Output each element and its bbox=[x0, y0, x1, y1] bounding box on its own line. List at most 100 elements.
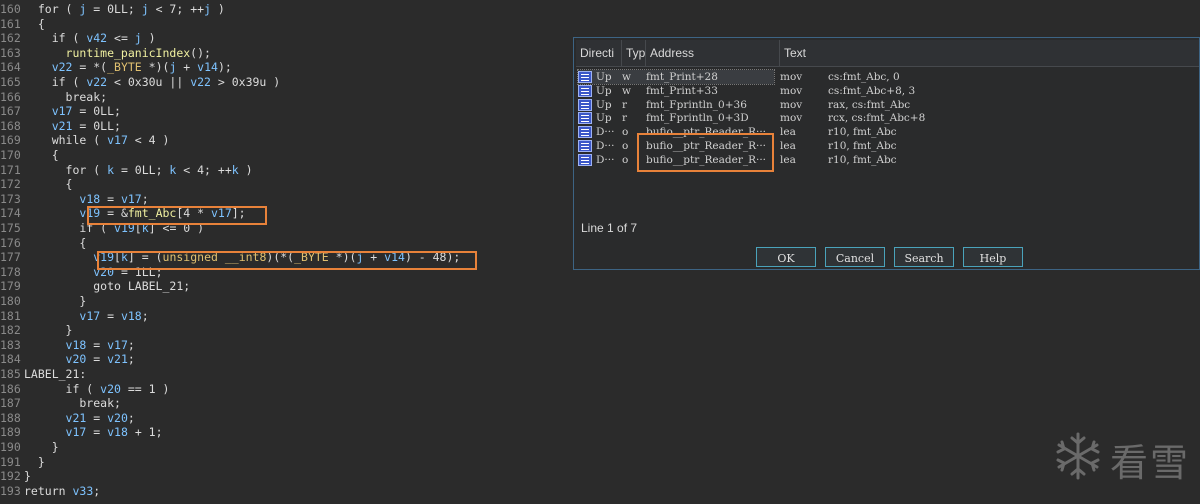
code-line[interactable]: 185 LABEL_21: bbox=[0, 367, 86, 381]
watermark-text: 看雪 bbox=[1110, 441, 1191, 485]
code-line[interactable]: 188 v21 = v20; bbox=[0, 411, 135, 425]
line-number: 164 bbox=[0, 60, 21, 75]
xref-operands: rax, cs:fmt_Abc bbox=[828, 98, 911, 111]
line-number: 181 bbox=[0, 308, 21, 323]
address-highlight-box bbox=[637, 133, 774, 172]
code-line[interactable]: 193 return v33; bbox=[0, 484, 100, 498]
line-number: 173 bbox=[0, 191, 21, 206]
line-number: 161 bbox=[0, 16, 21, 31]
xref-mnemonic: lea bbox=[780, 140, 796, 152]
code-line[interactable]: 163 runtime_panicIndex(); bbox=[0, 46, 211, 60]
xref-type: o bbox=[622, 126, 629, 139]
code-line[interactable]: 172 { bbox=[0, 177, 72, 191]
xrefs-table-header: Directi Typ Address Text bbox=[576, 40, 1199, 67]
code-line[interactable]: 165 if ( v22 < 0x30u || v22 > 0x39u ) bbox=[0, 75, 280, 89]
code-line[interactable]: 166 break; bbox=[0, 90, 107, 104]
xref-type: r bbox=[622, 98, 628, 111]
snowflake-icon bbox=[1056, 432, 1100, 480]
code-line[interactable]: 191 } bbox=[0, 455, 45, 469]
xref-mnemonic: mov bbox=[780, 112, 803, 125]
code-highlight-box bbox=[97, 251, 477, 270]
code-text: for ( k = 0LL; k < 4; ++k ) bbox=[24, 162, 253, 177]
xref-icon bbox=[578, 140, 592, 152]
code-text: v17 = v18; bbox=[79, 308, 149, 323]
code-line[interactable]: 187 break; bbox=[0, 396, 121, 410]
code-line[interactable]: 164 v22 = *(_BYTE *)(j + v14); bbox=[0, 60, 232, 74]
line-number: 170 bbox=[0, 148, 21, 162]
line-number: 177 bbox=[0, 250, 21, 265]
code-text: } bbox=[24, 440, 59, 454]
line-number: 163 bbox=[0, 45, 21, 60]
code-text: goto LABEL_21; bbox=[24, 279, 191, 294]
code-text: break; bbox=[24, 396, 121, 411]
cancel-button[interactable]: Cancel bbox=[825, 247, 885, 267]
column-text[interactable]: Text bbox=[780, 40, 1200, 66]
code-text: LABEL_21: bbox=[24, 367, 87, 381]
code-text: } bbox=[24, 294, 87, 308]
line-number: 192 bbox=[0, 469, 21, 484]
code-line[interactable]: 182 } bbox=[0, 323, 72, 337]
xref-mnemonic: mov bbox=[780, 84, 803, 97]
code-line[interactable]: 167 v17 = 0LL; bbox=[0, 104, 121, 118]
code-line[interactable]: 170 { bbox=[0, 148, 59, 162]
xref-direction: D··· bbox=[596, 140, 615, 152]
xref-type: o bbox=[622, 153, 629, 166]
line-number: 167 bbox=[0, 104, 21, 119]
code-line[interactable]: 186 if ( v20 == 1 ) bbox=[0, 382, 169, 396]
xref-icon bbox=[578, 71, 592, 83]
line-number: 190 bbox=[0, 440, 21, 454]
xref-operands: r10, fmt_Abc bbox=[828, 140, 897, 152]
code-text: v21 = v20; bbox=[65, 410, 135, 425]
code-line[interactable]: 161 { bbox=[0, 17, 45, 31]
line-number: 160 bbox=[0, 2, 21, 16]
line-number: 171 bbox=[0, 162, 21, 177]
code-text: while ( v17 < 4 ) bbox=[24, 133, 170, 148]
code-text: runtime_panicIndex(); bbox=[65, 45, 211, 60]
code-line[interactable]: 192} bbox=[0, 469, 31, 483]
xref-operands: r10, fmt_Abc bbox=[828, 126, 897, 139]
xref-direction: D··· bbox=[596, 126, 615, 139]
column-type[interactable]: Typ bbox=[622, 40, 646, 66]
xref-type: o bbox=[622, 140, 629, 152]
code-line[interactable]: 183 v18 = v17; bbox=[0, 338, 135, 352]
code-line[interactable]: 168 v21 = 0LL; bbox=[0, 119, 121, 133]
line-number: 187 bbox=[0, 396, 21, 411]
ok-button[interactable]: OK bbox=[756, 247, 816, 267]
xref-operands: r10, fmt_Abc bbox=[828, 153, 897, 166]
xref-row[interactable]: Up w fmt_Print+28 mov cs:fmt_Abc, 0 bbox=[577, 69, 900, 85]
xref-row[interactable]: Up r fmt_Fprintln_0+3D mov rcx, cs:fmt_Abc+8 bbox=[578, 111, 925, 125]
code-line[interactable]: 189 v17 = v18 + 1; bbox=[0, 425, 163, 439]
code-text: v18 = v17; bbox=[65, 337, 135, 352]
line-number: 188 bbox=[0, 410, 21, 425]
code-text: break; bbox=[24, 89, 108, 104]
code-line[interactable]: 184 v20 = v21; bbox=[0, 352, 135, 366]
line-number: 168 bbox=[0, 118, 21, 133]
line-number: 180 bbox=[0, 294, 21, 308]
code-text: if ( v20 == 1 ) bbox=[24, 381, 170, 396]
search-button[interactable]: Search bbox=[894, 247, 954, 267]
code-line[interactable]: 180 } bbox=[0, 294, 86, 308]
xrefs-dialog[interactable]: Directi Typ Address Text Up w fmt_Print+28… bbox=[573, 37, 1200, 270]
help-button[interactable]: Help bbox=[963, 247, 1023, 267]
xref-row[interactable]: Up w fmt_Print+33 mov cs:fmt_Abc+8, 3 bbox=[578, 84, 915, 98]
code-line[interactable]: 181 v17 = v18; bbox=[0, 309, 149, 323]
code-line[interactable]: 173 v18 = v17; bbox=[0, 192, 149, 206]
code-line[interactable]: 171 for ( k = 0LL; k < 4; ++k ) bbox=[0, 163, 253, 177]
line-number: 183 bbox=[0, 337, 21, 352]
xref-mnemonic: lea bbox=[780, 153, 796, 166]
code-text: if ( v22 < 0x30u || v22 > 0x39u ) bbox=[24, 75, 281, 89]
code-line[interactable]: 169 while ( v17 < 4 ) bbox=[0, 133, 169, 147]
code-line[interactable]: 176 { bbox=[0, 236, 86, 250]
column-direction[interactable]: Directi bbox=[576, 40, 622, 66]
column-address[interactable]: Address bbox=[646, 40, 780, 66]
xref-address: fmt_Fprintln_0+36 bbox=[646, 98, 747, 111]
code-text: v21 = 0LL; bbox=[51, 118, 121, 133]
xref-row[interactable]: Up r fmt_Fprintln_0+36 mov rax, cs:fmt_Abc bbox=[578, 98, 910, 112]
line-number: 182 bbox=[0, 323, 21, 338]
line-number: 165 bbox=[0, 75, 21, 89]
code-line[interactable]: 160 for ( j = 0LL; j < 7; ++j ) bbox=[0, 2, 225, 16]
code-text: { bbox=[24, 235, 87, 250]
code-line[interactable]: 190 } bbox=[0, 440, 59, 454]
code-line[interactable]: 179 goto LABEL_21; bbox=[0, 279, 190, 293]
code-line[interactable]: 162 if ( v42 <= j ) bbox=[0, 31, 156, 45]
